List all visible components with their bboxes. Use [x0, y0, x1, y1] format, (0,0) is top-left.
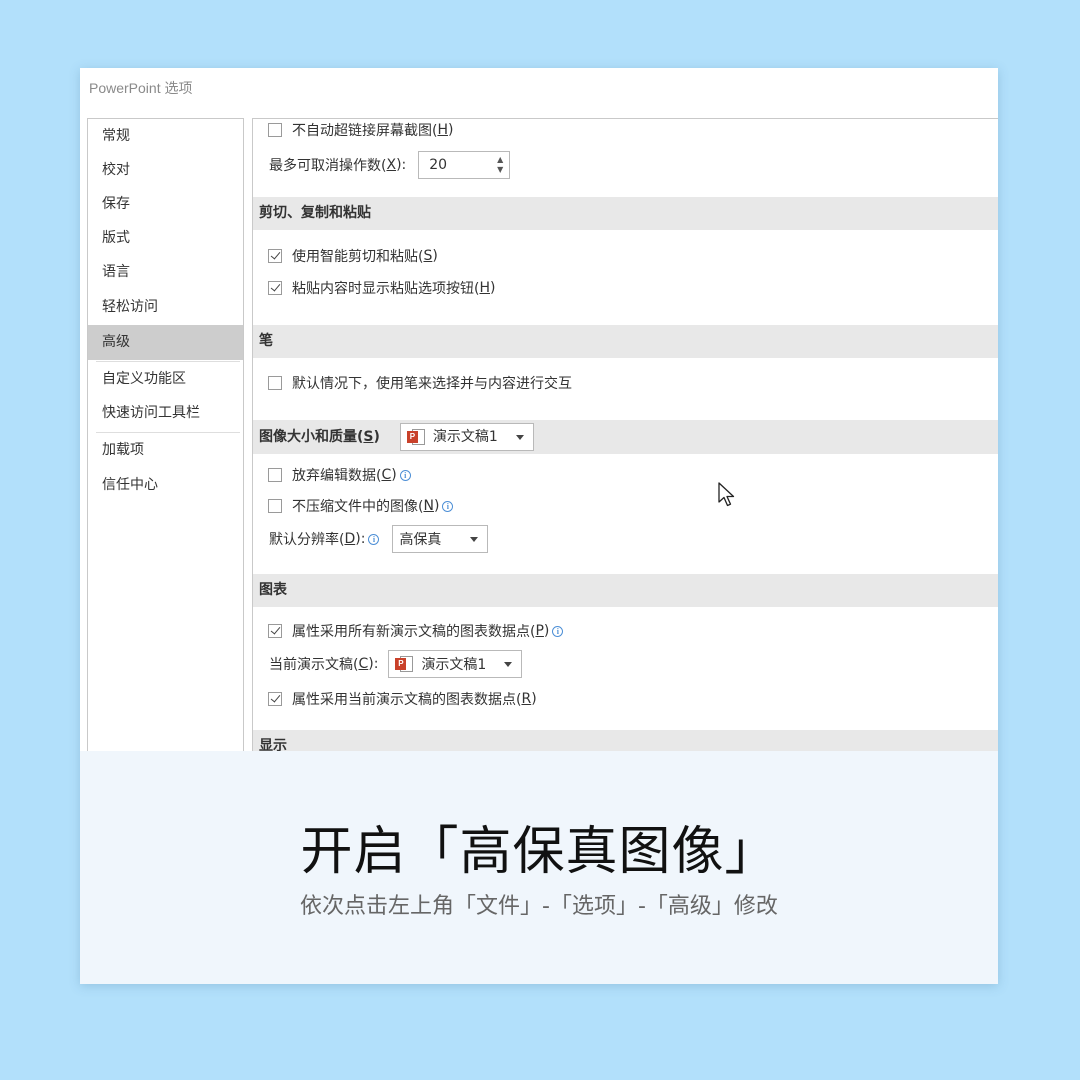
powerpoint-file-icon: P [395, 655, 415, 673]
all-new-presentations-chart-checkbox[interactable] [268, 624, 282, 638]
section-chart: 图表 [253, 574, 998, 607]
info-icon[interactable]: i [368, 533, 380, 545]
spinner-arrows-icon[interactable]: ▲ ▼ [497, 155, 503, 175]
section-pen: 笔 [253, 325, 998, 358]
info-icon[interactable]: i [399, 469, 411, 481]
caption-title: 开启「高保真图像」 [300, 822, 778, 882]
section-image-quality: 图像大小和质量(S) P 演示文稿1 [253, 420, 998, 454]
default-resolution-option: 默认分辨率(D): i 高保真 [269, 524, 489, 554]
no-auto-hyperlink-option[interactable]: 不自动超链接屏幕截图(H) [268, 119, 453, 143]
no-compress-images-option[interactable]: 不压缩文件中的图像(N) i [268, 493, 454, 519]
discard-edit-data-checkbox[interactable] [268, 468, 282, 482]
smart-cut-paste-option[interactable]: 使用智能剪切和粘贴(S) [268, 243, 438, 269]
undo-count-spinner[interactable]: 20 ▲ ▼ [418, 151, 511, 179]
tutorial-card: PowerPoint 选项 常规 校对 保存 版式 语言 轻松访问 高级 自定义… [80, 68, 998, 984]
default-pen-checkbox[interactable] [268, 376, 282, 390]
nav-item-addins[interactable]: 加载项 [88, 433, 243, 468]
no-compress-images-checkbox[interactable] [268, 499, 282, 513]
undo-count-value: 20 [429, 157, 448, 173]
nav-item-language[interactable]: 语言 [88, 255, 243, 290]
mouse-cursor-icon [718, 482, 735, 507]
current-presentation-option: 当前演示文稿(C): P 演示文稿1 [269, 649, 523, 679]
paste-options-button-checkbox[interactable] [268, 281, 282, 295]
options-nav: 常规 校对 保存 版式 语言 轻松访问 高级 自定义功能区 快速访问工具栏 加载… [87, 118, 244, 778]
default-resolution-dropdown[interactable]: 高保真 [392, 525, 489, 553]
current-presentation-dropdown[interactable]: P 演示文稿1 [388, 650, 523, 678]
current-presentation-name: 演示文稿1 [421, 657, 487, 673]
advanced-options-pane: 不自动超链接屏幕截图(H) 最多可取消操作数(X): 20 ▲ ▼ 剪切、复制和粘… [252, 118, 998, 778]
current-presentation-chart-checkbox[interactable] [268, 692, 282, 706]
nav-item-trust-center[interactable]: 信任中心 [88, 468, 243, 503]
nav-item-proofing[interactable]: 校对 [88, 153, 243, 188]
nav-item-accessibility[interactable]: 轻松访问 [88, 290, 243, 325]
image-quality-document-dropdown[interactable]: P 演示文稿1 [399, 423, 534, 451]
dialog-title: PowerPoint 选项 [89, 80, 193, 96]
image-quality-document-name: 演示文稿1 [432, 428, 498, 445]
default-resolution-value: 高保真 [399, 532, 442, 548]
undo-count-option: 最多可取消操作数(X): 20 ▲ ▼ [269, 150, 511, 180]
nav-item-layout[interactable]: 版式 [88, 221, 243, 256]
info-icon[interactable]: i [442, 500, 454, 512]
all-new-presentations-chart-option[interactable]: 属性采用所有新演示文稿的图表数据点(P) i [268, 618, 564, 644]
caption-panel: 开启「高保真图像」 依次点击左上角「文件」-「选项」-「高级」修改 [80, 751, 998, 984]
caption-subtitle: 依次点击左上角「文件」-「选项」-「高级」修改 [300, 894, 778, 919]
nav-item-customize-ribbon[interactable]: 自定义功能区 [88, 362, 243, 397]
undo-count-label: 最多可取消操作数( [269, 158, 387, 174]
chevron-down-icon [470, 537, 479, 542]
info-icon[interactable]: i [552, 625, 564, 637]
nav-item-advanced[interactable]: 高级 [88, 325, 243, 360]
no-auto-hyperlink-checkbox[interactable] [268, 123, 282, 137]
smart-cut-paste-checkbox[interactable] [268, 249, 282, 263]
chevron-down-icon [515, 435, 524, 440]
nav-item-general[interactable]: 常规 [88, 119, 243, 154]
nav-item-save[interactable]: 保存 [88, 187, 243, 222]
discard-edit-data-option[interactable]: 放弃编辑数据(C) i [268, 462, 411, 488]
default-pen-option[interactable]: 默认情况下，使用笔来选择并与内容进行交互 [268, 370, 572, 396]
powerpoint-file-icon: P [406, 428, 427, 446]
paste-options-button-option[interactable]: 粘贴内容时显示粘贴选项按钮(H) [268, 275, 495, 301]
section-cut-copy-paste: 剪切、复制和粘贴 [253, 197, 998, 230]
nav-item-quick-access-toolbar[interactable]: 快速访问工具栏 [88, 396, 243, 431]
current-presentation-chart-option[interactable]: 属性采用当前演示文稿的图表数据点(R) [268, 686, 537, 712]
chevron-down-icon [504, 662, 513, 667]
